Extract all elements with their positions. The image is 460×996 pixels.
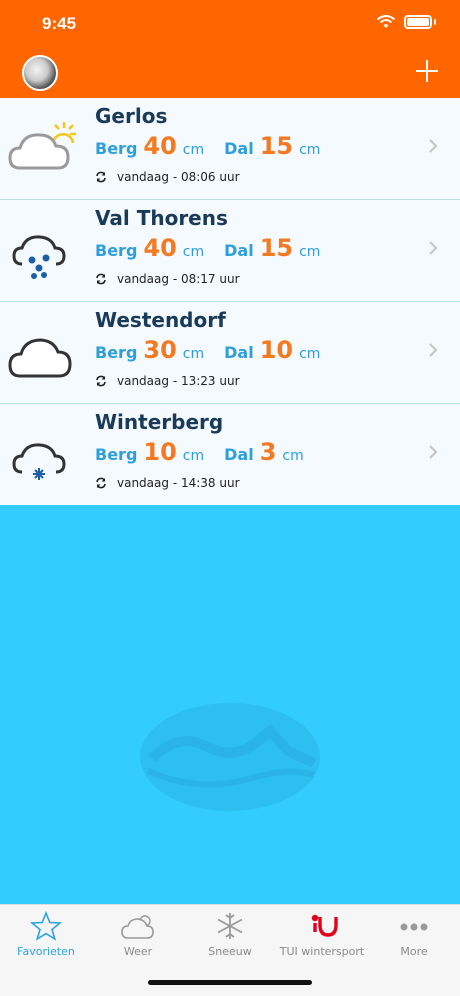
resort-row-winterberg[interactable]: Winterberg Berg 10 cm Dal 3 cm vandaag -… (0, 404, 460, 506)
dal-label: Dal (224, 241, 254, 260)
updated-text: vandaag - 13:23 uur (117, 374, 240, 388)
cloud-sun-icon (121, 915, 154, 939)
dal-value: 15 (259, 132, 294, 160)
refresh-icon (96, 375, 106, 387)
cloud-icon (8, 338, 72, 378)
snowflake-icon (217, 913, 243, 939)
cloud-snow-heavy-icon (12, 235, 66, 279)
avatar[interactable] (22, 55, 58, 91)
dal-label: Dal (224, 343, 254, 362)
chevron-right-icon (429, 343, 438, 357)
updated-text: vandaag - 08:17 uur (117, 272, 240, 286)
chevron-right-icon (429, 445, 438, 459)
status-time: 9:45 (42, 14, 77, 33)
last-updated: vandaag - 14:38 uur (95, 476, 240, 490)
status-icons (376, 15, 436, 29)
berg-value: 40 (143, 132, 177, 160)
last-updated: vandaag - 08:06 uur (95, 170, 240, 184)
last-updated: vandaag - 13:23 uur (95, 374, 240, 388)
berg-value: 40 (143, 234, 177, 262)
berg-value: 30 (143, 336, 177, 364)
tab-label: Favorieten (17, 945, 75, 958)
battery-cap (434, 19, 436, 25)
tab-sneeuw[interactable]: Sneeuw (184, 911, 276, 958)
berg-unit: cm (182, 346, 205, 362)
dal-unit: cm (299, 346, 321, 362)
add-button[interactable] (414, 58, 440, 84)
app-header: 9:45 (0, 0, 460, 98)
cloud-snow-light-icon (12, 443, 66, 480)
snow-depths: Berg 40 cm Dal 15 cm (95, 234, 320, 262)
tab-label: Sneeuw (208, 945, 252, 958)
wifi-icon (376, 15, 396, 28)
dal-value: 10 (259, 336, 294, 364)
snow-depths: Berg 10 cm Dal 3 cm (95, 438, 304, 466)
empty-background (0, 505, 460, 904)
dal-unit: cm (299, 142, 321, 158)
dal-unit: cm (299, 244, 321, 260)
tab-label: TUI wintersport (279, 945, 365, 958)
tab-weer[interactable]: Weer (92, 911, 184, 958)
dal-value: 3 (259, 438, 277, 466)
resort-name: Gerlos (95, 104, 168, 128)
updated-text: vandaag - 14:38 uur (117, 476, 240, 490)
tab-favorieten[interactable]: Favorieten (0, 911, 92, 958)
tab-tui-wintersport[interactable]: TUI wintersport (276, 911, 368, 958)
berg-label: Berg (95, 241, 138, 260)
refresh-icon (96, 171, 106, 183)
tab-label: More (400, 945, 428, 958)
tui-logo-icon (311, 914, 338, 937)
dal-value: 15 (259, 234, 294, 262)
berg-unit: cm (182, 244, 205, 260)
star-icon (29, 911, 63, 941)
resort-row-westendorf[interactable]: Westendorf Berg 30 cm Dal 10 cm vandaag … (0, 302, 460, 404)
home-indicator (148, 980, 312, 985)
dal-unit: cm (282, 448, 304, 464)
berg-value: 10 (143, 438, 177, 466)
berg-label: Berg (95, 445, 138, 464)
snow-depths: Berg 40 cm Dal 15 cm (95, 132, 320, 160)
refresh-icon (96, 477, 106, 489)
resort-name: Val Thorens (95, 206, 228, 230)
last-updated: vandaag - 08:17 uur (95, 272, 240, 286)
refresh-icon (96, 273, 106, 285)
battery-icon (404, 15, 432, 29)
berg-label: Berg (95, 139, 138, 158)
dal-label: Dal (224, 139, 254, 158)
cloud-sun-icon (8, 122, 76, 170)
updated-text: vandaag - 08:06 uur (117, 170, 240, 184)
more-dots-icon (400, 923, 428, 931)
berg-unit: cm (182, 448, 205, 464)
snow-depths: Berg 30 cm Dal 10 cm (95, 336, 320, 364)
tab-more[interactable]: More (368, 911, 460, 958)
resort-row-gerlos[interactable]: Gerlos Berg 40 cm Dal 15 cm vandaag - 08… (0, 98, 460, 200)
resort-row-val-thorens[interactable]: Val Thorens Berg 40 cm Dal 15 cm vandaag… (0, 200, 460, 302)
chevron-right-icon (429, 139, 438, 153)
resort-name: Westendorf (95, 308, 226, 332)
favorites-list: Gerlos Berg 40 cm Dal 15 cm vandaag - 08… (0, 98, 460, 506)
chevron-right-icon (429, 241, 438, 255)
dal-label: Dal (224, 445, 254, 464)
berg-label: Berg (95, 343, 138, 362)
berg-unit: cm (182, 142, 205, 158)
app-logo-watermark (140, 703, 320, 811)
resort-name: Winterberg (95, 410, 224, 434)
tab-label: Weer (123, 945, 153, 958)
